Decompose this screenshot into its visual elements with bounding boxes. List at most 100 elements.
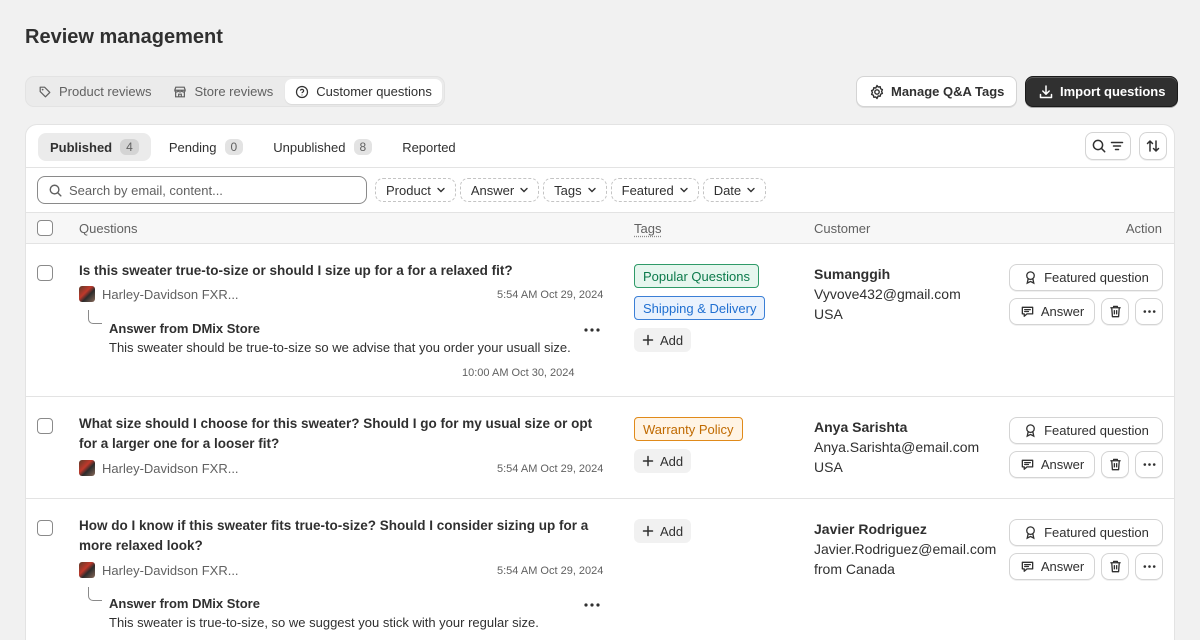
row-checkbox[interactable] xyxy=(37,520,53,536)
count-badge: 4 xyxy=(120,139,139,155)
gear-icon xyxy=(869,84,885,100)
tab-label: Customer questions xyxy=(316,84,432,99)
customer-location: from Canada xyxy=(814,559,996,579)
button-label: Answer xyxy=(1041,559,1084,574)
count-badge: 8 xyxy=(354,139,373,155)
question-time: 5:54 AM Oct 29, 2024 xyxy=(497,565,603,577)
product-thumbnail xyxy=(79,286,95,302)
filter-tags[interactable]: Tags xyxy=(543,178,606,202)
column-action: Action xyxy=(1126,221,1162,236)
answer-more-button[interactable] xyxy=(581,598,603,612)
product-link[interactable]: Harley-Davidson FXR... xyxy=(79,286,239,302)
row-checkbox[interactable] xyxy=(37,418,53,434)
review-type-tabs: Product reviews Store reviews Customer q… xyxy=(25,76,445,107)
filter-label: Featured xyxy=(622,183,674,198)
add-tag-button[interactable]: Add xyxy=(634,449,691,473)
tab-store-reviews[interactable]: Store reviews xyxy=(163,79,283,104)
column-tags[interactable]: Tags xyxy=(634,221,661,236)
status-tabs: Published 4 Pending 0 Unpublished 8 Repo… xyxy=(38,133,468,161)
product-name: Harley-Davidson FXR... xyxy=(102,461,239,476)
customer-email: Javier.Rodriguez@email.com xyxy=(814,539,996,559)
add-label: Add xyxy=(660,333,683,348)
tab-customer-questions[interactable]: Customer questions xyxy=(285,79,442,104)
answer-button[interactable]: Answer xyxy=(1009,553,1095,580)
store-icon xyxy=(173,85,187,99)
row-more-button[interactable] xyxy=(1135,298,1163,325)
add-tag-button[interactable]: Add xyxy=(634,328,691,352)
delete-button[interactable] xyxy=(1101,298,1129,325)
question-time: 5:54 AM Oct 29, 2024 xyxy=(497,289,603,301)
filter-label: Tags xyxy=(554,183,581,198)
sort-button[interactable] xyxy=(1139,132,1167,160)
filter-label: Product xyxy=(386,183,431,198)
tab-reported[interactable]: Reported xyxy=(390,133,467,161)
add-tag-button[interactable]: Add xyxy=(634,519,691,543)
question-circle-icon xyxy=(295,85,309,99)
button-label: Answer xyxy=(1041,457,1084,472)
customer-email: Vyvove432@gmail.com xyxy=(814,284,961,304)
answer-button[interactable]: Answer xyxy=(1009,451,1095,478)
import-questions-button[interactable]: Import questions xyxy=(1025,76,1178,107)
search-field[interactable] xyxy=(37,176,367,204)
tag-popular-questions[interactable]: Popular Questions xyxy=(634,264,759,288)
featured-question-button[interactable]: Featured question xyxy=(1009,519,1163,546)
trash-icon xyxy=(1108,457,1123,472)
search-filter-button[interactable] xyxy=(1085,132,1131,160)
featured-question-button[interactable]: Featured question xyxy=(1009,417,1163,444)
answer-button[interactable]: Answer xyxy=(1009,298,1095,325)
column-customer: Customer xyxy=(814,221,870,236)
product-name: Harley-Davidson FXR... xyxy=(102,563,239,578)
question-text[interactable]: How do I know if this sweater fits true-… xyxy=(79,516,605,556)
select-all-checkbox[interactable] xyxy=(37,220,53,236)
more-horizontal-icon xyxy=(583,602,601,608)
row-checkbox[interactable] xyxy=(37,265,53,281)
chevron-down-icon xyxy=(678,184,690,196)
answer-from: Answer from DMix Store xyxy=(109,321,260,336)
filter-date[interactable]: Date xyxy=(703,178,766,202)
award-icon xyxy=(1023,270,1038,285)
customer-name: Sumanggih xyxy=(814,264,961,284)
tab-label: Reported xyxy=(402,140,455,155)
button-label: Manage Q&A Tags xyxy=(891,84,1004,99)
filter-product[interactable]: Product xyxy=(375,178,456,202)
chevron-down-icon xyxy=(518,184,530,196)
filter-featured[interactable]: Featured xyxy=(611,178,699,202)
product-link[interactable]: Harley-Davidson FXR... xyxy=(79,460,239,476)
question-text[interactable]: What size should I choose for this sweat… xyxy=(79,414,605,454)
search-icon xyxy=(1091,138,1107,154)
filter-label: Date xyxy=(714,183,741,198)
manage-qa-tags-button[interactable]: Manage Q&A Tags xyxy=(856,76,1017,107)
answer-time: 10:00 AM Oct 30, 2024 xyxy=(462,367,575,379)
product-link[interactable]: Harley-Davidson FXR... xyxy=(79,562,239,578)
chevron-down-icon xyxy=(435,184,447,196)
chat-bubble-icon xyxy=(1020,559,1035,574)
featured-question-button[interactable]: Featured question xyxy=(1009,264,1163,291)
tag-warranty-policy[interactable]: Warranty Policy xyxy=(634,417,743,441)
tab-unpublished[interactable]: Unpublished 8 xyxy=(261,133,384,161)
delete-button[interactable] xyxy=(1101,553,1129,580)
question-text[interactable]: Is this sweater true-to-size or should I… xyxy=(79,261,605,281)
row-more-button[interactable] xyxy=(1135,451,1163,478)
tab-pending[interactable]: Pending 0 xyxy=(157,133,255,161)
answer-more-button[interactable] xyxy=(581,323,603,337)
tag-shipping-delivery[interactable]: Shipping & Delivery xyxy=(634,296,765,320)
add-label: Add xyxy=(660,454,683,469)
tag-icon xyxy=(38,85,52,99)
tab-product-reviews[interactable]: Product reviews xyxy=(28,79,161,104)
more-horizontal-icon xyxy=(1142,304,1157,319)
tab-published[interactable]: Published 4 xyxy=(38,133,151,161)
chevron-down-icon xyxy=(586,184,598,196)
chevron-down-icon xyxy=(745,184,757,196)
table-row: How do I know if this sweater fits true-… xyxy=(26,499,1174,640)
delete-button[interactable] xyxy=(1101,451,1129,478)
divider xyxy=(26,167,1174,168)
row-more-button[interactable] xyxy=(1135,553,1163,580)
tab-label: Unpublished xyxy=(273,140,345,155)
download-icon xyxy=(1038,84,1054,100)
search-input[interactable] xyxy=(69,183,349,198)
answer-connector xyxy=(88,587,102,601)
answer-connector xyxy=(88,310,102,324)
trash-icon xyxy=(1108,304,1123,319)
page-title: Review management xyxy=(25,26,223,49)
filter-answer[interactable]: Answer xyxy=(460,178,539,202)
